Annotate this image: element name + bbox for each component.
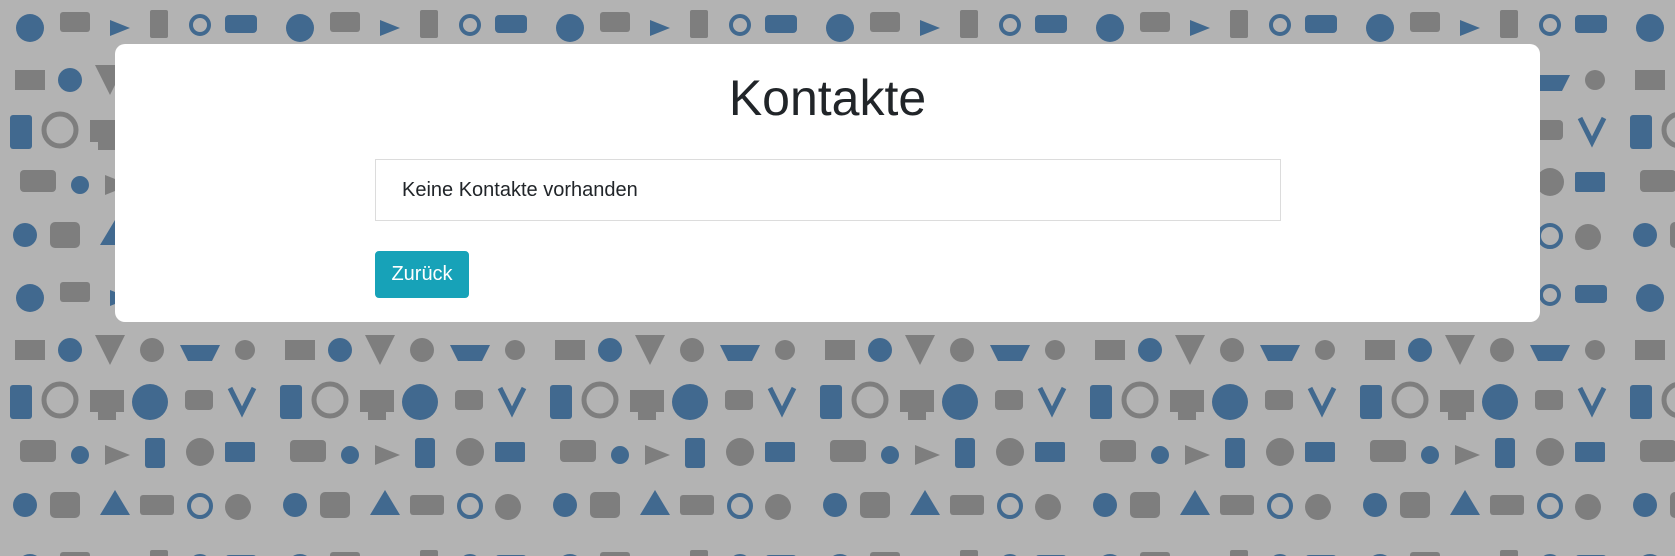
page-title: Kontakte (728, 70, 927, 126)
empty-contacts-message: Keine Kontakte vorhanden (375, 159, 1281, 221)
contacts-card: Kontakte Keine Kontakte vorhanden Zurück (115, 44, 1540, 322)
contacts-list: Keine Kontakte vorhanden (375, 159, 1281, 221)
back-button[interactable]: Zurück (375, 251, 469, 298)
